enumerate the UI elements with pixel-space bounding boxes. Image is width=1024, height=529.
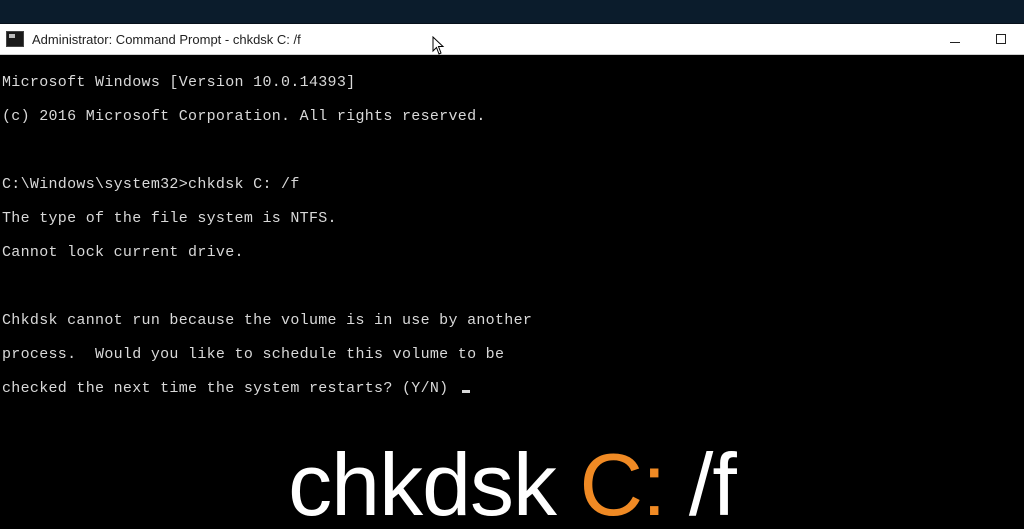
console-line-inuse: Chkdsk cannot run because the volume is … [0, 312, 1024, 329]
console-line-version: Microsoft Windows [Version 10.0.14393] [0, 74, 1024, 91]
window-controls [932, 24, 1024, 54]
command-prompt-window: Administrator: Command Prompt - chkdsk C… [0, 24, 1024, 529]
prompt-path: C:\Windows\system32> [2, 176, 188, 193]
console-line-command: C:\Windows\system32>chkdsk C: /f [0, 176, 1024, 193]
console-line-copyright: (c) 2016 Microsoft Corporation. All righ… [0, 108, 1024, 125]
console-line-blank2 [0, 278, 1024, 295]
desktop: Administrator: Command Prompt - chkdsk C… [0, 0, 1024, 529]
console-line-sched: process. Would you like to schedule this… [0, 346, 1024, 363]
console-line-fs: The type of the file system is NTFS. [0, 210, 1024, 227]
window-title: Administrator: Command Prompt - chkdsk C… [32, 32, 301, 47]
console-line-question: checked the next time the system restart… [0, 380, 1024, 397]
minimize-button[interactable] [932, 24, 978, 54]
maximize-button[interactable] [978, 24, 1024, 54]
cmd-icon [6, 31, 24, 47]
entered-command: chkdsk C: /f [188, 176, 300, 193]
text-cursor [462, 390, 470, 393]
console-line-lock: Cannot lock current drive. [0, 244, 1024, 261]
titlebar[interactable]: Administrator: Command Prompt - chkdsk C… [0, 24, 1024, 55]
console-output[interactable]: Microsoft Windows [Version 10.0.14393] (… [0, 55, 1024, 529]
mouse-cursor-icon [432, 36, 446, 56]
console-line-blank1 [0, 142, 1024, 159]
